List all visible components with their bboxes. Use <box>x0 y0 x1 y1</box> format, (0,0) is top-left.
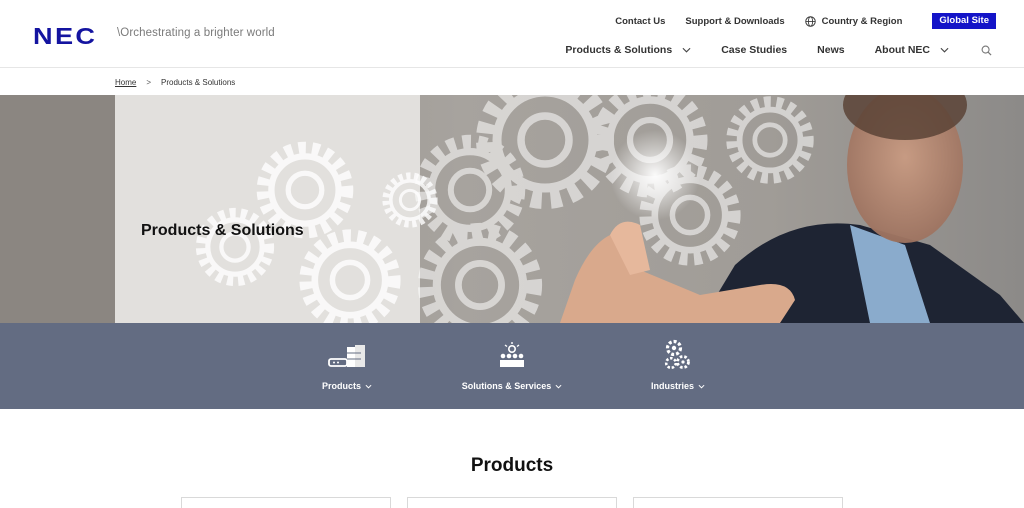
category-products-label: Products <box>322 381 372 391</box>
category-solutions-label: Solutions & Services <box>462 381 563 391</box>
category-industries-label: Industries <box>651 381 705 391</box>
chevron-down-icon <box>940 47 949 53</box>
nav-about-nec[interactable]: About NEC <box>875 44 949 56</box>
category-label-text: Industries <box>650 381 694 391</box>
nec-logo[interactable]: NEC <box>33 23 97 50</box>
products-icon <box>328 345 365 367</box>
cat-icon-wrap <box>327 339 367 371</box>
contact-us-link[interactable]: Contact Us <box>615 16 665 27</box>
category-solutions-services[interactable]: Solutions & Services <box>452 323 572 409</box>
nav-products-solutions[interactable]: Products & Solutions <box>565 44 691 56</box>
category-products[interactable]: Products <box>307 323 387 409</box>
product-card[interactable] <box>633 497 843 508</box>
breadcrumb-current: Products & Solutions <box>161 78 236 87</box>
product-card[interactable] <box>407 497 617 508</box>
global-site-button[interactable]: Global Site <box>932 13 996 29</box>
site-header: NEC \Orchestrating a brighter world Cont… <box>0 0 1024 68</box>
chevron-down-icon <box>365 384 372 389</box>
cat-icon-wrap <box>664 339 692 371</box>
country-region-link[interactable]: Country & Region <box>804 15 903 27</box>
chevron-down-icon <box>682 47 691 53</box>
nav-case-studies[interactable]: Case Studies <box>721 44 787 56</box>
category-label-text: Solutions & Services <box>461 381 552 391</box>
main-nav: Products & Solutions Case Studies News A… <box>535 44 992 56</box>
product-card[interactable] <box>181 497 391 508</box>
globe-icon <box>804 15 816 27</box>
category-industries[interactable]: Industries <box>638 323 718 409</box>
breadcrumb-home-link[interactable]: Home <box>115 78 136 87</box>
breadcrumb: Home > Products & Solutions <box>115 78 235 87</box>
industries-icon <box>664 339 690 370</box>
products-heading: Products <box>470 455 554 476</box>
nav-about-nec-label: About NEC <box>874 44 930 56</box>
hero-image <box>0 95 1024 323</box>
breadcrumb-separator: > <box>146 78 152 87</box>
tagline: \Orchestrating a brighter world <box>117 27 275 39</box>
category-label-text: Products <box>321 381 361 391</box>
search-icon[interactable] <box>981 45 992 56</box>
utility-nav: Contact Us Support & Downloads Country &… <box>595 13 996 29</box>
chevron-down-icon <box>555 384 562 389</box>
support-downloads-link[interactable]: Support & Downloads <box>685 16 784 27</box>
solutions-icon <box>500 342 524 367</box>
nav-news[interactable]: News <box>817 44 844 56</box>
chevron-down-icon <box>698 384 705 389</box>
hero-title: Products & Solutions <box>141 222 304 239</box>
category-band: Products Solutions & Services Industries <box>0 323 1024 409</box>
hero-banner: Products & Solutions <box>0 95 1024 323</box>
nav-products-solutions-label: Products & Solutions <box>565 44 673 56</box>
country-region-label: Country & Region <box>821 15 903 27</box>
cat-icon-wrap <box>497 339 527 371</box>
